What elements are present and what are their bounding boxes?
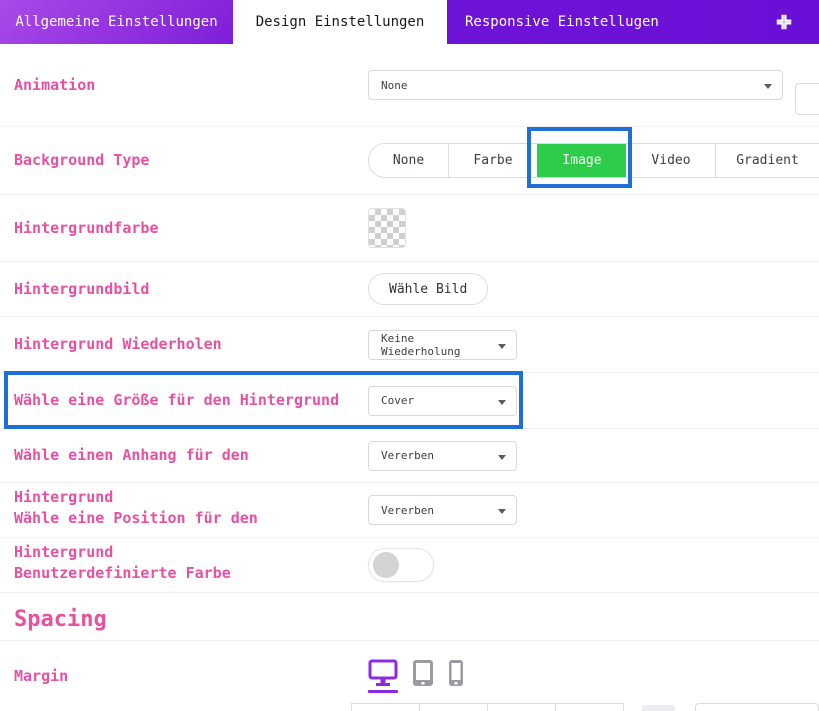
margin-input-top[interactable]: [351, 703, 420, 711]
background-repeat-label: Hintergrund Wiederholen: [14, 334, 368, 355]
background-type-label: Background Type: [14, 150, 368, 171]
background-attachment-select[interactable]: Vererben: [368, 441, 517, 471]
compress-icon[interactable]: [771, 9, 797, 35]
bgtype-option-farbe[interactable]: Farbe: [448, 144, 537, 177]
background-image-label: Hintergrundbild: [14, 279, 368, 300]
chevron-down-icon: [498, 509, 506, 514]
bgtype-option-none[interactable]: None: [369, 144, 448, 177]
tab-allgemeine-einstellungen[interactable]: Allgemeine Einstellungen: [0, 0, 233, 44]
background-size-select[interactable]: Cover: [368, 386, 517, 416]
bgtype-option-gradient[interactable]: Gradient: [715, 144, 819, 177]
margin-link-values-button[interactable]: [642, 705, 675, 711]
row-animation: Animation None: [0, 44, 819, 127]
tab-responsive-einstellungen[interactable]: Responsive Einstellugen: [447, 0, 819, 44]
active-device-underline: [368, 690, 398, 693]
custom-color-label: Hintergrund Benutzerdefinierte Farbe: [14, 538, 368, 584]
color-swatch-transparent[interactable]: [368, 208, 406, 248]
row-background-size: Wähle eine Größe für den Hintergrund Cov…: [0, 373, 819, 429]
chevron-down-icon: [498, 344, 506, 349]
device-switcher: [368, 659, 464, 693]
tab-label: Design Einstellungen: [256, 14, 425, 30]
row-background-image: Hintergrundbild Wähle Bild: [0, 262, 819, 317]
bgtype-option-image[interactable]: Image: [537, 144, 626, 177]
background-position-label: Hintergrund Wähle eine Position für den: [14, 483, 368, 529]
margin-input-bottom[interactable]: [487, 703, 556, 711]
section-spacing: Spacing: [0, 593, 819, 641]
tab-label: Responsive Einstellugen: [465, 14, 659, 30]
row-margin: Margin: [0, 641, 819, 711]
background-color-label: Hintergrundfarbe: [14, 218, 368, 239]
row-background-type: Background Type None Farbe Image Video G…: [0, 127, 819, 195]
margin-label: Margin: [14, 666, 368, 687]
animation-value: None: [381, 79, 408, 92]
chevron-down-icon: [764, 84, 772, 89]
custom-color-toggle[interactable]: [368, 548, 434, 582]
row-custom-color: Hintergrund Benutzerdefinierte Farbe: [0, 538, 819, 593]
animation-extra-input[interactable]: [795, 83, 819, 115]
tab-label: Allgemeine Einstellungen: [15, 14, 217, 30]
animation-label: Animation: [14, 75, 368, 96]
row-background-attachment: Wähle einen Anhang für den Vererben: [0, 429, 819, 483]
tablet-icon: [412, 659, 434, 687]
margin-input-right[interactable]: [419, 703, 488, 711]
margin-input-left[interactable]: [555, 703, 624, 711]
spacing-title: Spacing: [14, 607, 107, 632]
margin-unit-select[interactable]: [695, 703, 819, 711]
background-position-select[interactable]: Vererben: [368, 495, 517, 525]
device-desktop-button[interactable]: [368, 659, 398, 693]
bgtype-option-video[interactable]: Video: [626, 144, 715, 177]
device-tablet-button[interactable]: [412, 659, 434, 687]
margin-value-inputs: [351, 703, 624, 711]
background-attachment-label: Wähle einen Anhang für den: [14, 445, 368, 466]
chevron-down-icon: [498, 400, 506, 405]
tab-design-einstellungen[interactable]: Design Einstellungen: [233, 0, 447, 44]
settings-panel: Allgemeine Einstellungen Design Einstell…: [0, 0, 819, 711]
row-background-repeat: Hintergrund Wiederholen Keine Wiederholu…: [0, 317, 819, 373]
row-background-color: Hintergrundfarbe: [0, 195, 819, 262]
desktop-icon: [368, 659, 398, 687]
choose-image-button[interactable]: Wähle Bild: [368, 273, 488, 305]
row-background-position: Hintergrund Wähle eine Position für den …: [0, 483, 819, 538]
mobile-icon: [448, 659, 464, 687]
animation-select[interactable]: None: [368, 70, 783, 100]
chevron-down-icon: [498, 455, 506, 460]
background-type-group: None Farbe Image Video Gradient: [368, 143, 819, 178]
background-size-label: Wähle eine Größe für den Hintergrund: [14, 390, 368, 411]
device-mobile-button[interactable]: [448, 659, 464, 687]
settings-tabbar: Allgemeine Einstellungen Design Einstell…: [0, 0, 819, 44]
toggle-knob: [373, 552, 399, 578]
background-repeat-select[interactable]: Keine Wiederholung: [368, 330, 517, 360]
